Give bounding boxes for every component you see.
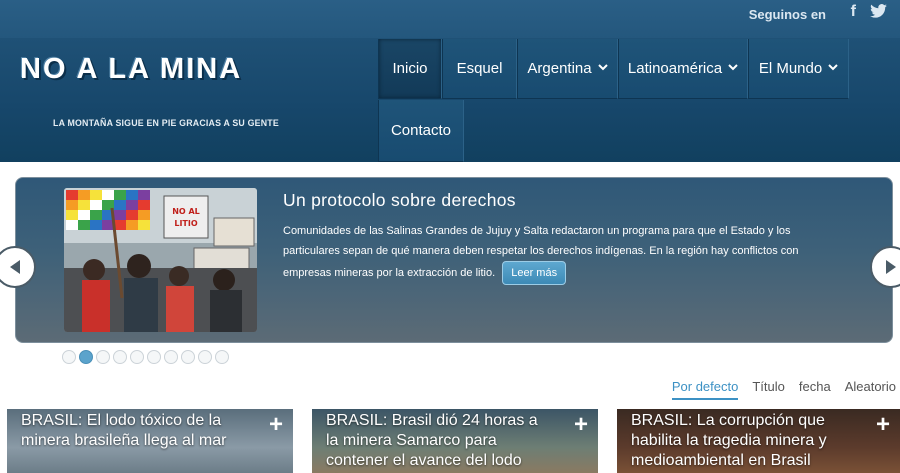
slider-dot[interactable]	[62, 350, 76, 364]
featured-slider: NO AL LITIO Un protocolo sobre derechos …	[15, 177, 893, 343]
nav-item-esquel[interactable]: Esquel	[442, 39, 517, 99]
nav-item-label: Latinoamérica	[627, 60, 723, 77]
slider-dot[interactable]	[147, 350, 161, 364]
news-card[interactable]: BRASIL: La corrupción que habilita la tr…	[617, 409, 900, 473]
facebook-icon[interactable]: f	[851, 3, 856, 21]
read-more-button[interactable]: Leer más	[502, 261, 567, 285]
slider-dot[interactable]	[164, 350, 178, 364]
slider-dot[interactable]	[181, 350, 195, 364]
slide-title[interactable]: Un protocolo sobre derechos	[283, 190, 516, 211]
arrow-left-icon	[10, 260, 20, 274]
slide-image[interactable]: NO AL LITIO	[64, 188, 257, 332]
nav-item-label: El Mundo	[758, 60, 823, 77]
slider-dot[interactable]	[198, 350, 212, 364]
nav-item-label: Inicio	[392, 60, 428, 77]
nav-item-label: Argentina	[527, 60, 592, 77]
slider-dot[interactable]	[113, 350, 127, 364]
follow-label: Seguinos en	[748, 7, 826, 22]
news-card[interactable]: BRASIL: El lodo tóxico de la minera bras…	[7, 409, 293, 473]
card-title[interactable]: BRASIL: La corrupción que habilita la tr…	[631, 411, 851, 471]
nav-item-argentina[interactable]: Argentina	[517, 39, 618, 99]
plus-icon[interactable]: +	[269, 411, 283, 439]
chevron-down-icon	[728, 63, 738, 74]
plus-icon[interactable]: +	[876, 411, 890, 439]
sort-random[interactable]: Aleatorio	[845, 379, 896, 400]
news-card[interactable]: BRASIL: Brasil dió 24 horas a la minera …	[312, 409, 598, 473]
nav-item-label: Esquel	[456, 60, 503, 77]
sort-title[interactable]: Título	[752, 379, 785, 400]
arrow-right-icon	[886, 260, 896, 274]
sort-options: Por defecto Título fecha Aleatorio	[671, 379, 896, 400]
nav-item-el-mundo[interactable]: El Mundo	[748, 39, 849, 99]
chevron-down-icon	[597, 63, 608, 74]
nav-item-label: Contacto	[390, 122, 452, 139]
slide-description: Comunidades de las Salinas Grandes de Ju…	[283, 221, 818, 285]
plus-icon[interactable]: +	[574, 411, 588, 439]
nav-item-latinoamerica[interactable]: Latinoamérica	[618, 39, 748, 99]
chevron-down-icon	[828, 63, 838, 74]
slider-dot[interactable]	[130, 350, 144, 364]
card-title[interactable]: BRASIL: Brasil dió 24 horas a la minera …	[326, 411, 546, 473]
site-tagline: LA MONTAÑA SIGUE EN PIE GRACIAS A SU GEN…	[53, 118, 279, 128]
sign-text-1: NO AL	[172, 207, 200, 216]
card-title[interactable]: BRASIL: El lodo tóxico de la minera bras…	[21, 411, 241, 451]
site-logo[interactable]: NO A LA MINA	[20, 53, 242, 86]
nav-item-contacto[interactable]: Contacto	[378, 100, 464, 162]
sort-date[interactable]: fecha	[799, 379, 831, 400]
nav-item-inicio[interactable]: Inicio	[378, 39, 442, 99]
twitter-icon[interactable]	[870, 4, 887, 23]
sign-text-2: LITIO	[174, 219, 198, 228]
slider-pagination	[62, 350, 229, 364]
slider-dot[interactable]	[96, 350, 110, 364]
slider-dot[interactable]	[215, 350, 229, 364]
top-bar: Seguinos en f	[0, 0, 900, 38]
sort-default[interactable]: Por defecto	[671, 379, 739, 400]
slider-dot-active[interactable]	[79, 350, 93, 364]
